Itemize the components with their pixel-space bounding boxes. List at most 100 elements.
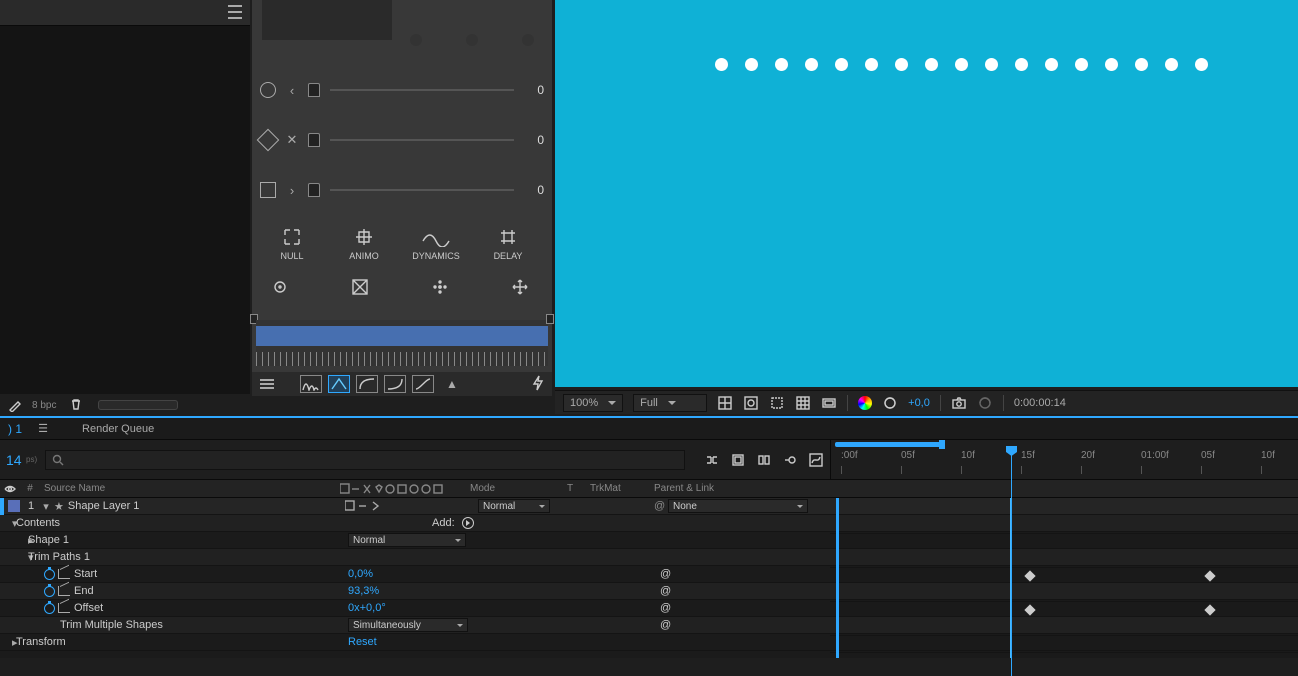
anchor-icon[interactable]	[430, 277, 450, 297]
graph-editor-icon[interactable]	[808, 452, 824, 468]
snapshot-icon[interactable]	[951, 395, 967, 411]
aperture-icon[interactable]	[882, 395, 898, 411]
tms-dropdown[interactable]: Simultaneously	[348, 618, 468, 632]
composition-preview[interactable]	[555, 0, 1298, 387]
tab-menu-icon[interactable]: ☰	[36, 422, 50, 436]
x-icon[interactable]: ✕	[286, 132, 298, 148]
minimap-bar[interactable]	[256, 320, 548, 352]
expression-pickwhip-icon[interactable]: @	[660, 585, 671, 597]
frameblend-icon[interactable]	[756, 452, 772, 468]
timeline-ruler[interactable]: :00f05f10f15f20f01:00f05f10f	[830, 440, 1298, 479]
expression-pickwhip-icon[interactable]: @	[660, 602, 671, 614]
ease-inout[interactable]	[412, 375, 434, 393]
project-zoom-slider[interactable]	[98, 400, 178, 410]
draft3d-icon[interactable]	[730, 452, 746, 468]
roi-icon[interactable]	[769, 395, 785, 411]
bolt-icon[interactable]	[532, 375, 544, 394]
preview-timecode[interactable]: 0:00:00:14	[1014, 397, 1066, 409]
stopwatch-icon[interactable]	[44, 586, 55, 597]
circle-icon[interactable]	[260, 82, 276, 98]
slider-handle-icon[interactable]	[308, 183, 320, 197]
ease-in[interactable]	[356, 375, 378, 393]
reset-link[interactable]: Reset	[348, 636, 377, 648]
stopwatch-icon[interactable]	[44, 569, 55, 580]
resolution-dropdown[interactable]: Full	[633, 394, 707, 412]
twirl-icon[interactable]: ▸	[0, 534, 28, 547]
prop-tms-row[interactable]: Trim Multiple Shapes Simultaneously @	[0, 617, 1298, 634]
col-trkmat[interactable]: TrkMat	[590, 483, 650, 494]
trimpaths-row[interactable]: ▾ Trim Paths 1	[0, 549, 1298, 566]
square-icon[interactable]	[260, 182, 276, 198]
blend-mode-dropdown[interactable]: Normal	[478, 499, 550, 513]
diamond-icon[interactable]	[257, 129, 280, 152]
work-area-end[interactable]	[939, 440, 945, 449]
mode-dynamics[interactable]: DYNAMICS	[404, 227, 468, 261]
trash-icon[interactable]	[70, 398, 82, 413]
slider-handle-icon[interactable]	[308, 133, 320, 147]
show-snapshot-icon[interactable]	[977, 395, 993, 411]
twirl-icon[interactable]: ▾	[0, 551, 28, 564]
prop-value[interactable]: 93,3%	[348, 585, 379, 597]
pickwhip-icon[interactable]: @	[654, 500, 665, 512]
parent-dropdown[interactable]: None	[668, 499, 808, 513]
prop-end-row[interactable]: End 93,3% @	[0, 583, 1298, 600]
mode-animo[interactable]: ANIMO	[332, 227, 396, 261]
color-management-icon[interactable]	[858, 396, 872, 410]
zoom-dropdown[interactable]: 100%	[563, 394, 623, 412]
graph-icon[interactable]	[58, 586, 70, 596]
target-icon[interactable]	[270, 277, 290, 297]
chevron-up-icon[interactable]: ▲	[446, 377, 458, 391]
prop-value[interactable]: 0,0%	[348, 568, 373, 580]
panel-menu-icon[interactable]	[228, 5, 242, 19]
visibility-column-icon[interactable]	[0, 483, 20, 495]
slider-handle-icon[interactable]	[308, 83, 320, 97]
transform-row[interactable]: ▸ Transform Reset	[0, 634, 1298, 651]
twirl-icon[interactable]: ▾	[38, 500, 54, 513]
shape1-row[interactable]: ▸ Shape 1 Normal	[0, 532, 1298, 549]
work-area-bar[interactable]	[835, 442, 941, 447]
expression-pickwhip-icon[interactable]: @	[660, 568, 671, 580]
comp-start-marker[interactable]	[836, 498, 839, 658]
layer-switches[interactable]	[345, 500, 389, 512]
transparency-grid-icon[interactable]	[717, 395, 733, 411]
prop-value[interactable]: 0x+0,0°	[348, 602, 386, 614]
layer-name[interactable]: Shape Layer 1	[68, 500, 140, 512]
graph-icon[interactable]	[58, 603, 70, 613]
twirl-icon[interactable]: ▾	[0, 517, 16, 530]
channel-icon[interactable]	[821, 395, 837, 411]
ease-out[interactable]	[384, 375, 406, 393]
chevron-right-icon[interactable]: ›	[286, 183, 298, 198]
col-mode[interactable]: Mode	[470, 483, 550, 494]
chevron-left-icon[interactable]: ‹	[286, 83, 298, 98]
bpc-label[interactable]: 8 bpc	[32, 400, 56, 411]
contents-row[interactable]: ▾ Contents Add:	[0, 515, 1298, 532]
mask-icon[interactable]	[743, 395, 759, 411]
tab-comp[interactable]: ) 1	[0, 422, 30, 436]
move-icon[interactable]	[510, 277, 530, 297]
minimap-handle-right[interactable]	[546, 314, 554, 324]
col-source-name[interactable]: Source Name	[40, 483, 340, 494]
menu-icon[interactable]	[260, 377, 274, 391]
graph-icon[interactable]	[58, 569, 70, 579]
timeline-search[interactable]	[45, 450, 685, 470]
tab-render-queue[interactable]: Render Queue	[70, 423, 166, 435]
slider-track[interactable]	[330, 89, 514, 91]
twirl-icon[interactable]: ▸	[0, 636, 16, 649]
motionblur-icon[interactable]	[782, 452, 798, 468]
playhead[interactable]	[1011, 446, 1012, 676]
add-menu-icon[interactable]	[462, 517, 474, 529]
ease-linear[interactable]	[328, 375, 350, 393]
layer-color-chip[interactable]	[8, 500, 20, 512]
layer-row[interactable]: 1 ▾ ★ Shape Layer 1 Normal @ None	[0, 498, 1298, 515]
project-panel-tab[interactable]	[0, 0, 250, 26]
exposure-value[interactable]: +0,0	[908, 397, 930, 409]
mode-null[interactable]: NULL	[260, 227, 324, 261]
prop-start-row[interactable]: Start 0,0% @	[0, 566, 1298, 583]
expression-pickwhip-icon[interactable]: @	[660, 619, 671, 631]
ease-bounce[interactable]	[300, 375, 322, 393]
shape-mode-dropdown[interactable]: Normal	[348, 533, 466, 547]
stopwatch-icon[interactable]	[44, 603, 55, 614]
mode-delay[interactable]: DELAY	[476, 227, 540, 261]
grid-icon[interactable]	[350, 277, 370, 297]
col-parent[interactable]: Parent & Link	[650, 483, 820, 494]
